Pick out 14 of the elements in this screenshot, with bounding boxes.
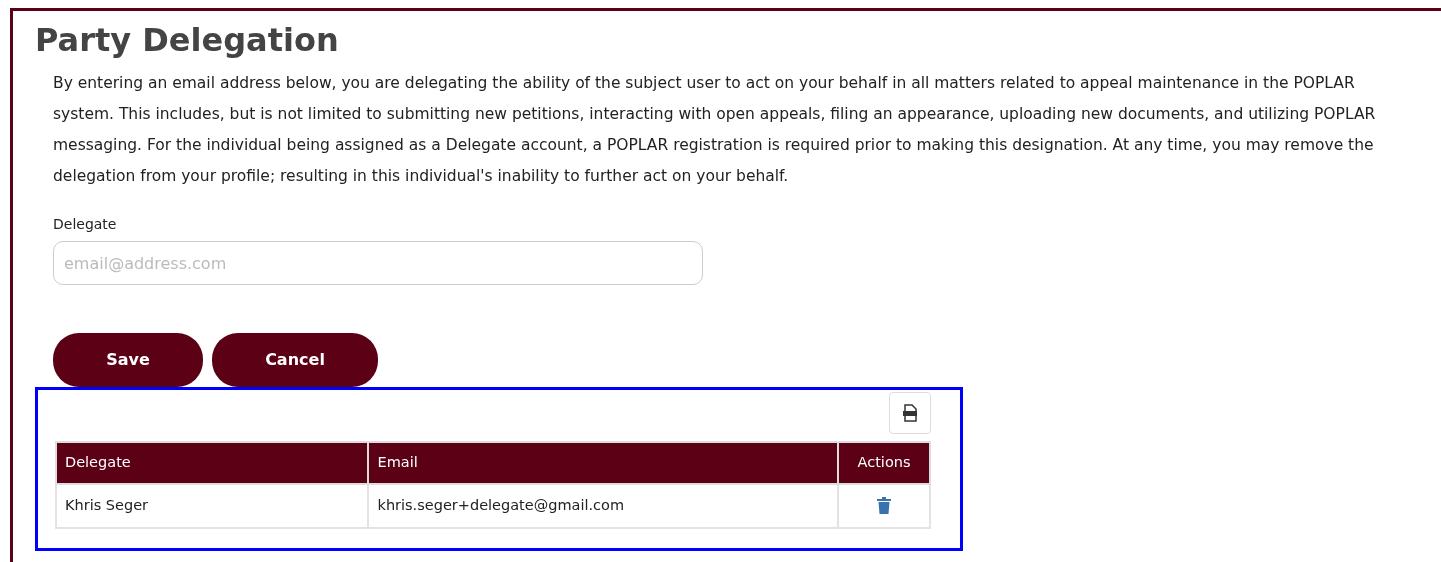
description-paragraph: By entering an email address below, you are delegating the ability of the subject user to act on your behalf in all matters related to appeal maintenance in the POPLAR system. This includes, but is not limited to submitting new petitions, interacting with open appeals, filing an appearance, uploading new documents, and utilizing POPLAR messaging. For the individual being assigned as a Delegate account, a POPLAR registration is required prior to making this designation. At any time, you may remove the delegation from your profile; resulting in this individual's inability to further act on your behalf. [53, 73, 1377, 188]
field-label: Delegate [53, 215, 117, 235]
trash-icon[interactable] [877, 497, 891, 515]
email-input-field[interactable]: email@address.com [53, 241, 703, 286]
column-header: Email [368, 442, 839, 484]
table-cell: khris.seger+delegate@gmail.com [368, 483, 839, 528]
spreadsheet-file-icon [901, 404, 919, 423]
page-title: Party Delegation [35, 23, 340, 59]
column-header: Actions [838, 442, 930, 484]
save-button[interactable]: Save [53, 333, 203, 388]
cancel-button[interactable]: Cancel [212, 333, 378, 388]
export-button[interactable] [889, 392, 931, 435]
column-header: Delegate [56, 442, 369, 484]
table-cell: Khris Seger [56, 483, 369, 528]
